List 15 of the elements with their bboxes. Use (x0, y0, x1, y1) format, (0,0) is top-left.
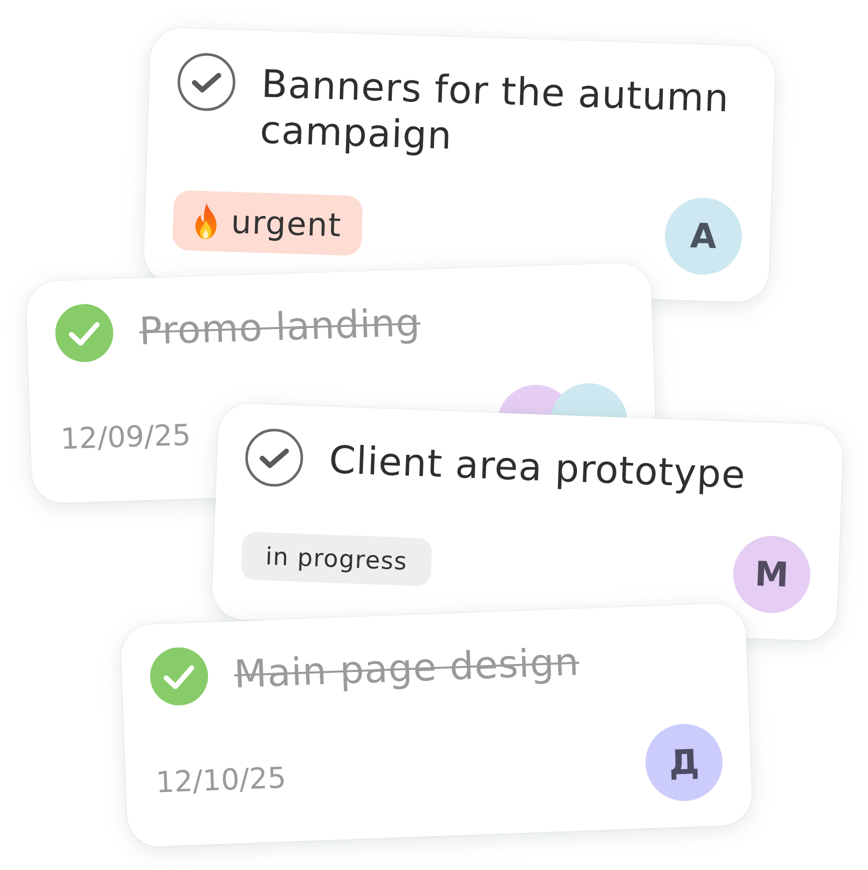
task-title: Main page design (232, 638, 580, 698)
tag-label: in progress (264, 542, 408, 576)
task-checkbox[interactable] (244, 428, 304, 488)
tag-label: urgent (230, 202, 342, 244)
due-date: 12/09/25 (60, 417, 191, 456)
assignee-avatar: A (663, 196, 743, 276)
assignee-avatar: M (731, 534, 812, 614)
due-date: 12/10/25 (154, 760, 286, 799)
assignee-avatar: Д (644, 722, 724, 802)
task-checkbox[interactable] (176, 52, 236, 112)
task-checkbox[interactable] (148, 646, 209, 706)
task-title: Client area prototype (328, 436, 746, 498)
task-title: Promo landing (138, 300, 421, 354)
task-title: Banners for the autumn campaign (258, 60, 730, 160)
task-checkbox[interactable] (54, 303, 114, 363)
